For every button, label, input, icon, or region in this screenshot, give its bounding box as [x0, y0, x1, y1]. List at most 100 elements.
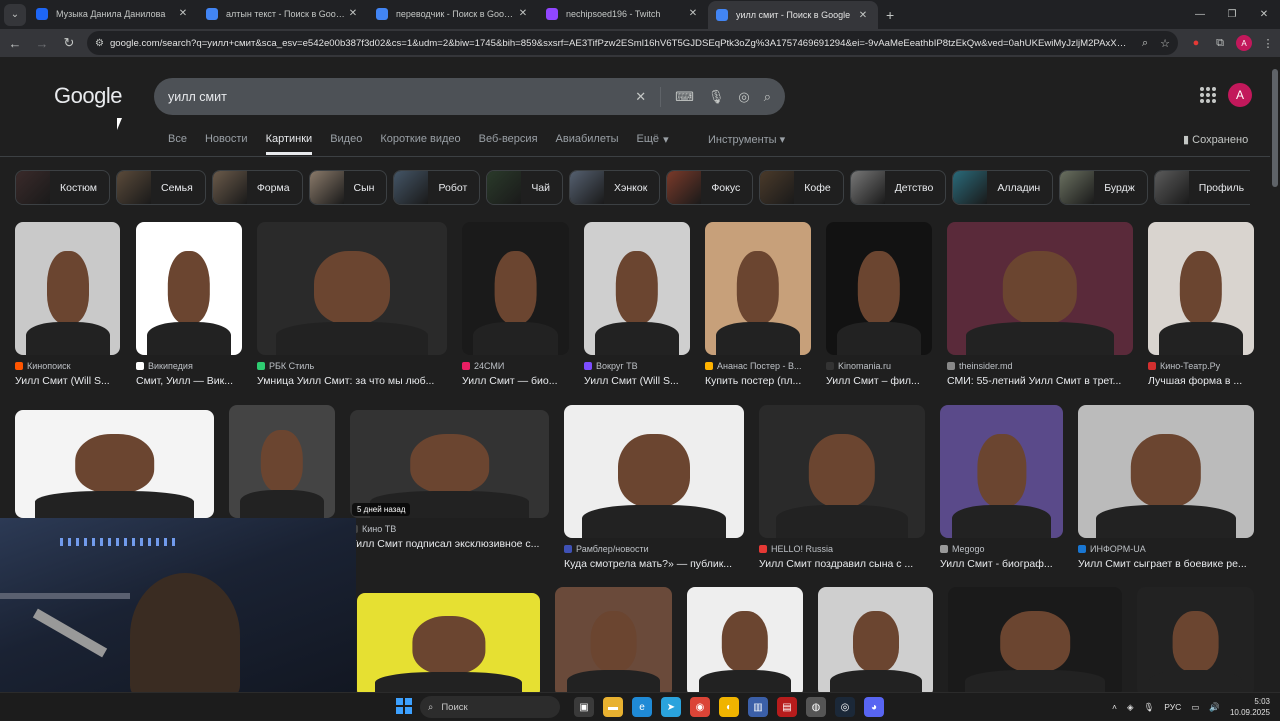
related-chip[interactable]: Бурдж — [1059, 170, 1148, 205]
forward-button[interactable]: → — [30, 31, 54, 55]
taskbar-search[interactable]: ⌕ Поиск — [420, 696, 560, 718]
result-thumbnail[interactable] — [826, 222, 932, 355]
google-logo[interactable]: Google — [54, 83, 122, 109]
result-caption[interactable]: Умница Уилл Смит: за что мы люб... — [257, 375, 447, 387]
app-icon[interactable]: ◐ — [719, 697, 739, 717]
result-thumbnail[interactable] — [15, 222, 120, 355]
image-result[interactable]: Рамблер/новости Куда смотрела мать?» — пу… — [564, 405, 744, 570]
extension-icon[interactable]: ● — [1184, 31, 1208, 55]
image-result[interactable]: Кино-Театр.Ру Лучшая форма в ... — [1148, 222, 1254, 387]
volume-icon[interactable]: 🔊 — [1209, 702, 1220, 713]
search-icon[interactable]: ⌕ — [764, 89, 771, 105]
tools-button[interactable]: Инструменты ▾ — [708, 133, 785, 146]
result-source[interactable]: Википедия — [136, 361, 242, 371]
tab-close-icon[interactable]: ✕ — [686, 8, 700, 19]
result-caption[interactable]: Купить постер (пл... — [705, 375, 811, 387]
search-tab[interactable]: Видео — [330, 133, 362, 155]
search-tab[interactable]: Авиабилеты — [556, 133, 619, 155]
image-result[interactable]: Kinomania.ru Уилл Смит – фил... — [826, 222, 932, 387]
result-source[interactable]: HELLO! Russia — [759, 544, 925, 554]
result-source[interactable]: ИНФОРМ-UA — [1078, 544, 1254, 554]
related-chip[interactable]: Костюм — [15, 170, 110, 205]
related-chip[interactable]: Робот — [393, 170, 481, 205]
image-result[interactable]: Вокруг ТВ Уилл Смит (Will S... — [584, 222, 690, 387]
search-tab[interactable]: Короткие видео — [380, 133, 460, 155]
zoom-icon[interactable]: ⌕ — [1142, 37, 1148, 50]
result-source[interactable]: Рамблер/новости — [564, 544, 744, 554]
result-source[interactable]: Ананас Постер - В... — [705, 361, 811, 371]
related-chip[interactable]: Чай — [486, 170, 564, 205]
image-result[interactable]: Кинопоиск Уилл Смит (Will S... — [15, 222, 120, 387]
image-result[interactable]: 5 дней назад Кино ТВ Уилл Смит подписал э… — [350, 410, 549, 550]
result-source[interactable]: Кино ТВ — [350, 524, 549, 534]
extensions-puzzle-icon[interactable]: ⧉ — [1208, 31, 1232, 55]
monitor-app-icon[interactable]: ▥ — [748, 697, 768, 717]
microphone-icon[interactable]: 🎙 — [1144, 702, 1155, 713]
obs-icon[interactable]: ◍ — [806, 697, 826, 717]
result-thumbnail[interactable] — [555, 587, 672, 692]
voice-search-icon[interactable]: 🎙 — [708, 89, 725, 105]
browser-tab[interactable]: уилл смит - Поиск в Google ✕ — [708, 0, 878, 30]
result-thumbnail[interactable] — [947, 222, 1133, 355]
result-source[interactable]: Вокруг ТВ — [584, 361, 690, 371]
search-input[interactable] — [168, 89, 636, 104]
image-result[interactable] — [357, 593, 540, 692]
result-caption[interactable]: Лучшая форма в ... — [1148, 375, 1254, 387]
image-result[interactable]: РБК Стиль Умница Уилл Смит: за что мы люб… — [257, 222, 447, 387]
image-result[interactable]: Википедия Смит, Уилл — Вик... — [136, 222, 242, 387]
back-button[interactable]: ← — [3, 31, 27, 55]
result-source[interactable]: Megogo — [940, 544, 1063, 554]
result-thumbnail[interactable] — [818, 587, 933, 692]
result-source[interactable]: theinsider.md — [947, 361, 1133, 371]
result-caption[interactable]: Уилл Смит – фил... — [826, 375, 932, 387]
maximize-button[interactable]: ❐ — [1216, 0, 1248, 29]
search-tab[interactable]: Новости — [205, 133, 248, 155]
tray-app-icon[interactable]: ◈ — [1127, 702, 1134, 713]
related-chip[interactable]: Алладин — [952, 170, 1054, 205]
result-thumbnail[interactable] — [705, 222, 811, 355]
result-thumbnail[interactable] — [948, 587, 1122, 692]
file-explorer-icon[interactable]: ▬ — [603, 697, 623, 717]
result-caption[interactable]: СМИ: 55-летний Уилл Смит в трет... — [947, 375, 1133, 387]
result-thumbnail[interactable] — [462, 222, 569, 355]
result-caption[interactable]: Уилл Смит - биограф... — [940, 558, 1063, 570]
related-chip[interactable]: Сын — [308, 170, 388, 205]
result-caption[interactable]: Куда смотрела мать?» — публик... — [564, 558, 744, 570]
task-view-icon[interactable]: ▣ — [574, 697, 594, 717]
result-caption[interactable]: Уилл Смит (Will S... — [584, 375, 690, 387]
related-chip[interactable]: Фокус — [666, 170, 754, 205]
image-result[interactable]: 24СМИ Уилл Смит — био... — [462, 222, 569, 387]
result-thumbnail[interactable] — [564, 405, 744, 538]
result-caption[interactable]: Уилл Смит (Will S... — [15, 375, 120, 387]
result-source[interactable]: Kinomania.ru — [826, 361, 932, 371]
browser-menu-button[interactable]: ⋮ — [1256, 31, 1280, 55]
search-tab[interactable]: Ещё — [637, 133, 660, 155]
image-result[interactable] — [948, 587, 1122, 692]
browser-tab[interactable]: Музыка Данила Данилова ✕ — [28, 0, 198, 28]
result-thumbnail[interactable] — [687, 587, 803, 692]
image-result[interactable] — [1137, 587, 1254, 692]
image-result[interactable]: HELLO! Russia Уилл Смит поздравил сына с … — [759, 405, 925, 570]
tab-close-icon[interactable]: ✕ — [516, 8, 530, 19]
image-result[interactable] — [555, 587, 672, 692]
result-thumbnail[interactable] — [136, 222, 242, 355]
result-thumbnail[interactable] — [229, 405, 335, 518]
result-thumbnail[interactable] — [940, 405, 1063, 538]
result-thumbnail[interactable] — [1148, 222, 1254, 355]
saved-button[interactable]: ▮ Сохранено — [1183, 133, 1248, 146]
result-thumbnail[interactable] — [15, 410, 214, 518]
image-result[interactable] — [818, 587, 933, 692]
discord-icon[interactable]: ◕ — [864, 697, 884, 717]
result-source[interactable]: РБК Стиль — [257, 361, 447, 371]
keyboard-icon[interactable]: ⌨ — [675, 89, 694, 105]
result-caption[interactable]: Смит, Уилл — Вик... — [136, 375, 242, 387]
result-caption[interactable]: Уилл Смит сыграет в боевике ре... — [1078, 558, 1254, 570]
start-button[interactable] — [396, 698, 412, 714]
result-caption[interactable]: Уилл Смит — био... — [462, 375, 569, 387]
chrome-icon[interactable]: ◉ — [690, 697, 710, 717]
image-result[interactable] — [15, 410, 214, 518]
tab-close-icon[interactable]: ✕ — [176, 8, 190, 19]
tab-close-icon[interactable]: ✕ — [856, 10, 870, 21]
browser-tab[interactable]: алтын текст - Поиск в Google ✕ — [198, 0, 368, 28]
related-chip[interactable]: Профиль — [1153, 170, 1250, 205]
